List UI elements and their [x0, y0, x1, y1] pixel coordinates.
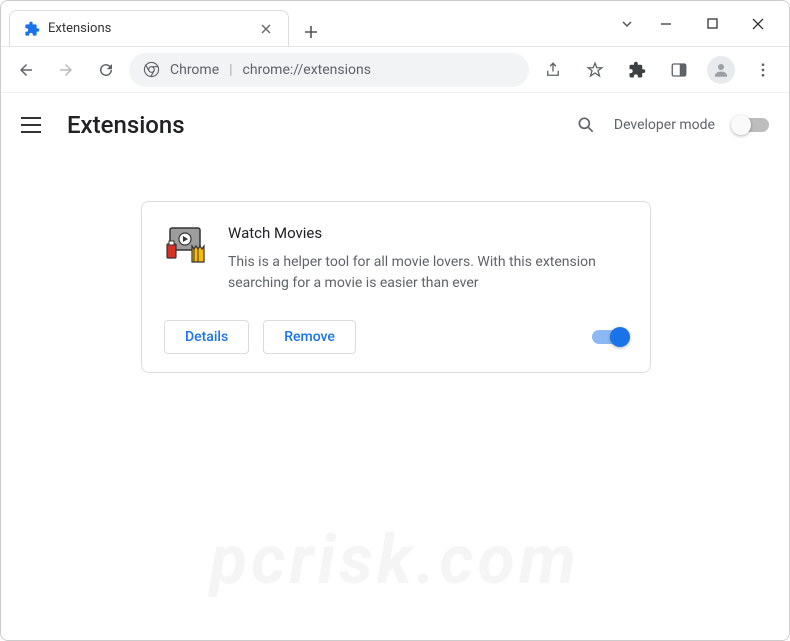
extension-description: This is a helper tool for all movie love… — [228, 252, 628, 294]
close-window-button[interactable] — [735, 8, 781, 40]
share-icon[interactable] — [535, 52, 571, 88]
extensions-puzzle-icon[interactable] — [619, 52, 655, 88]
extension-card: Watch Movies This is a helper tool for a… — [141, 201, 651, 373]
back-button[interactable] — [9, 53, 43, 87]
hamburger-menu-icon[interactable] — [21, 113, 45, 137]
profile-avatar[interactable] — [703, 52, 739, 88]
extensions-list: Watch Movies This is a helper tool for a… — [1, 157, 789, 373]
close-tab-icon[interactable] — [258, 21, 274, 37]
window-controls — [603, 1, 789, 46]
extension-app-icon — [164, 224, 208, 268]
developer-mode-toggle[interactable] — [733, 118, 769, 132]
omnibox-scheme: Chrome — [170, 62, 219, 78]
chrome-icon — [143, 61, 160, 78]
remove-button[interactable]: Remove — [263, 320, 356, 354]
tab-title: Extensions — [48, 21, 250, 36]
puzzle-icon — [24, 21, 40, 37]
extensions-header: Extensions Developer mode — [1, 93, 789, 157]
omnibox-divider: | — [229, 62, 232, 78]
browser-window: Extensions — [0, 0, 790, 641]
bookmark-star-icon[interactable] — [577, 52, 613, 88]
forward-button[interactable] — [49, 53, 83, 87]
extension-name: Watch Movies — [228, 224, 628, 242]
extension-enabled-toggle[interactable] — [592, 330, 628, 344]
watermark: pcrisk.com — [210, 520, 580, 600]
tab-strip: Extensions — [1, 1, 603, 46]
extensions-page: Extensions Developer mode — [1, 93, 789, 640]
search-icon[interactable] — [576, 115, 596, 135]
details-button[interactable]: Details — [164, 320, 249, 354]
minimize-button[interactable] — [643, 8, 689, 40]
developer-mode-label: Developer mode — [614, 117, 715, 133]
page-title: Extensions — [67, 111, 185, 139]
toolbar: Chrome | chrome://extensions — [1, 47, 789, 93]
kebab-menu-icon[interactable] — [745, 52, 781, 88]
address-bar[interactable]: Chrome | chrome://extensions — [129, 53, 529, 87]
reload-button[interactable] — [89, 53, 123, 87]
omnibox-path: chrome://extensions — [243, 62, 371, 78]
new-tab-button[interactable] — [297, 18, 325, 46]
titlebar: Extensions — [1, 1, 789, 47]
maximize-button[interactable] — [689, 8, 735, 40]
browser-tab[interactable]: Extensions — [9, 10, 289, 46]
side-panel-icon[interactable] — [661, 52, 697, 88]
chevron-down-icon[interactable] — [611, 8, 643, 40]
